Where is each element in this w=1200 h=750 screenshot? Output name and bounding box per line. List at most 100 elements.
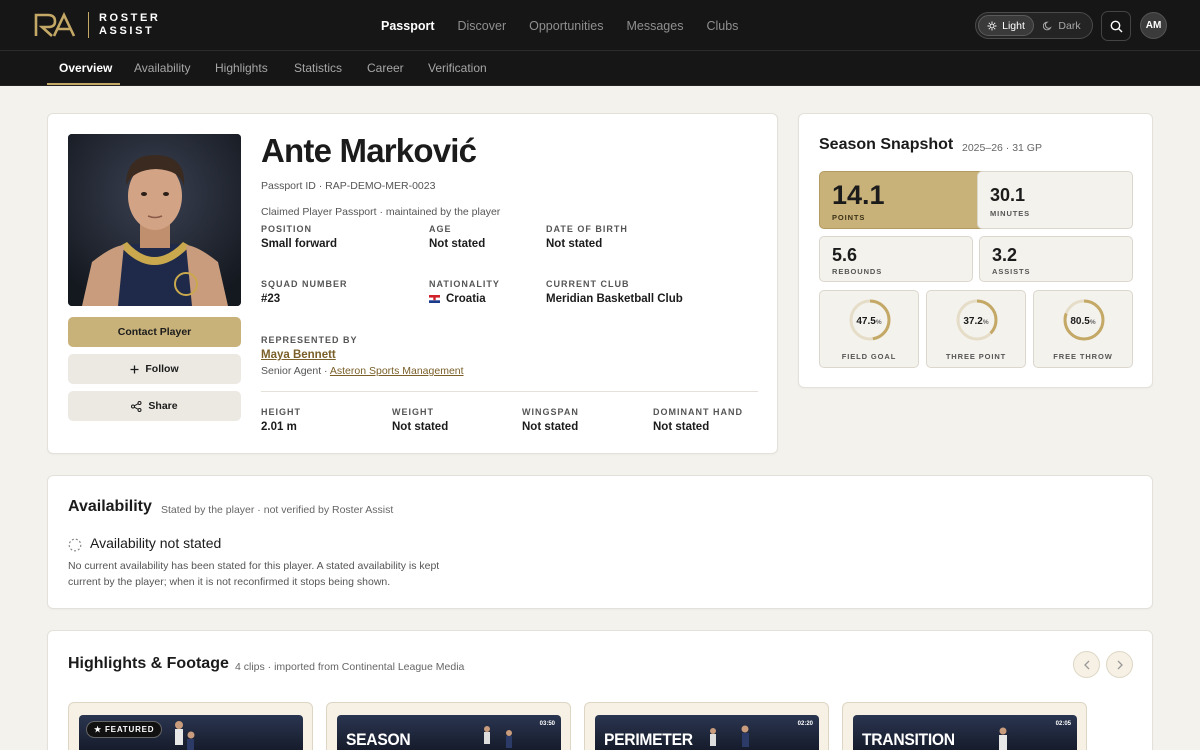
agency-link[interactable]: Asteron Sports Management xyxy=(330,365,464,377)
theme-light-button[interactable]: Light xyxy=(978,15,1034,36)
rebounds-label: REBOUNDS xyxy=(832,267,883,276)
stat-field-goal: 47.5% FIELD GOAL xyxy=(819,290,919,368)
stat-points: 14.1 POINTS xyxy=(819,171,999,229)
tab-verification[interactable]: Verification xyxy=(428,51,487,86)
weight-label: WEIGHT xyxy=(392,407,434,417)
top-navigation-bar: ROSTER ASSIST Passport Discover Opportun… xyxy=(0,0,1200,51)
stat-assists: 3.2 ASSISTS xyxy=(979,236,1133,282)
nationality-text: Croatia xyxy=(446,293,486,305)
field-goal-unit: % xyxy=(875,319,882,326)
weight-value: Not stated xyxy=(392,421,449,433)
highlight-clip-featured[interactable]: ★ FEATURED xyxy=(68,702,313,750)
carousel-prev-button[interactable] xyxy=(1073,651,1100,678)
tab-statistics[interactable]: Statistics xyxy=(294,51,342,86)
player-name: Ante Marković xyxy=(261,132,477,169)
follow-label: Follow xyxy=(145,363,179,375)
tab-overview[interactable]: Overview xyxy=(59,51,112,86)
clip-duration: 03:50 xyxy=(539,721,555,727)
agent-name-link[interactable]: Maya Bennett xyxy=(261,349,336,361)
main-nav: Passport Discover Opportunities Messages… xyxy=(381,0,761,51)
divider xyxy=(261,391,758,392)
theme-light-label: Light xyxy=(1002,19,1025,32)
highlight-clip-transition[interactable]: TRANSITION 02:05 xyxy=(842,702,1087,750)
clip-title: SEASON xyxy=(346,730,411,749)
three-point-number: 37.2 xyxy=(963,316,983,327)
nav-messages[interactable]: Messages xyxy=(626,19,683,33)
free-throw-label: FREE THROW xyxy=(1053,352,1113,361)
dominant-hand-value: Not stated xyxy=(653,421,710,433)
clip-duration: 02:05 xyxy=(1055,721,1071,727)
clip-title: PERIMETER xyxy=(604,730,693,749)
dob-value: Not stated xyxy=(546,238,603,250)
moon-icon xyxy=(1043,21,1053,30)
position-value: Small forward xyxy=(261,238,338,250)
current-club-value: Meridian Basketball Club xyxy=(546,293,683,305)
stat-three-point: 37.2% THREE POINT xyxy=(926,290,1026,368)
chevron-left-icon xyxy=(1083,660,1089,669)
nav-opportunities[interactable]: Opportunities xyxy=(529,19,603,33)
chevron-right-icon xyxy=(1117,660,1123,669)
nationality-label: NATIONALITY xyxy=(429,279,500,289)
rebounds-value: 5.6 xyxy=(832,245,858,265)
share-icon xyxy=(131,400,142,412)
theme-toggle: Light Dark xyxy=(975,12,1093,39)
points-label: POINTS xyxy=(832,213,866,222)
highlight-clip-perimeter[interactable]: PERIMETER 02:20 xyxy=(584,702,829,750)
nationality-value: Croatia xyxy=(429,293,486,305)
nav-clubs[interactable]: Clubs xyxy=(706,19,738,33)
field-goal-number: 47.5 xyxy=(856,316,876,327)
claim-note: Claimed Player Passport · maintained by … xyxy=(261,206,501,218)
free-throw-value: 80.5% xyxy=(1034,316,1132,327)
clip-thumbnail: PERIMETER 02:20 xyxy=(595,715,819,750)
nav-passport[interactable]: Passport xyxy=(381,19,435,33)
availability-description: No current availability has been stated … xyxy=(68,558,439,590)
passport-subnav: Overview Availability Highlights Statist… xyxy=(0,51,1200,86)
clip-thumbnail: SEASON 03:50 xyxy=(337,715,561,750)
follow-button[interactable]: Follow xyxy=(68,354,241,384)
player-profile-card: Contact Player Follow Share Ante Markovi… xyxy=(47,113,778,454)
assists-value: 3.2 xyxy=(992,245,1018,265)
tab-highlights[interactable]: Highlights xyxy=(215,51,268,86)
availability-card: Availability Stated by the player · not … xyxy=(47,475,1153,609)
wingspan-value: Not stated xyxy=(522,421,579,433)
availability-title: Availability xyxy=(68,498,152,515)
tab-career[interactable]: Career xyxy=(367,51,404,86)
height-label: HEIGHT xyxy=(261,407,302,417)
theme-dark-button[interactable]: Dark xyxy=(1034,15,1090,36)
stat-free-throw: 80.5% FREE THROW xyxy=(1033,290,1133,368)
availability-description-line-2: current by the player; when it is not re… xyxy=(68,576,391,588)
passport-id: Passport ID · RAP-DEMO-MER-0023 xyxy=(261,180,436,192)
availability-description-line-1: No current availability has been stated … xyxy=(68,560,440,572)
carousel-next-button[interactable] xyxy=(1106,651,1133,678)
contact-player-button[interactable]: Contact Player xyxy=(68,317,241,347)
player-portrait-image xyxy=(68,134,241,306)
brand-logo[interactable]: ROSTER ASSIST xyxy=(34,12,160,38)
clip-duration: 02:20 xyxy=(797,721,813,727)
field-goal-label: FIELD GOAL xyxy=(841,352,897,361)
roster-assist-logo-icon xyxy=(34,12,76,37)
season-snapshot-card: Season Snapshot 2025–26 · 31 GP 14.1 POI… xyxy=(798,113,1153,388)
highlight-clip-season[interactable]: SEASON 03:50 xyxy=(326,702,571,750)
wingspan-label: WINGSPAN xyxy=(522,407,579,417)
share-label: Share xyxy=(148,400,178,412)
highlights-card: Highlights & Footage 4 clips · imported … xyxy=(47,630,1153,750)
featured-badge: ★ FEATURED xyxy=(86,721,163,738)
dob-label: DATE OF BIRTH xyxy=(546,224,628,234)
squad-number-value: #23 xyxy=(261,293,281,305)
search-button[interactable] xyxy=(1101,11,1131,41)
clip-title: TRANSITION xyxy=(862,730,955,749)
brand-wordmark: ROSTER ASSIST xyxy=(99,12,160,38)
position-label: POSITION xyxy=(261,224,313,234)
plus-icon xyxy=(130,365,139,373)
share-button[interactable]: Share xyxy=(68,391,241,421)
dominant-hand-label: DOMINANT HAND xyxy=(653,407,743,417)
availability-subtitle: Stated by the player · not verified by R… xyxy=(161,504,394,516)
user-avatar[interactable]: AM xyxy=(1140,12,1167,39)
tab-availability[interactable]: Availability xyxy=(134,51,190,86)
represented-by-label: REPRESENTED BY xyxy=(261,335,358,345)
clip-thumbnail: ★ FEATURED xyxy=(79,715,303,750)
field-goal-value: 47.5% xyxy=(820,316,918,327)
free-throw-number: 80.5 xyxy=(1070,316,1090,327)
nav-discover[interactable]: Discover xyxy=(458,19,507,33)
agent-role-line: Senior Agent · Asteron Sports Management xyxy=(261,365,464,377)
